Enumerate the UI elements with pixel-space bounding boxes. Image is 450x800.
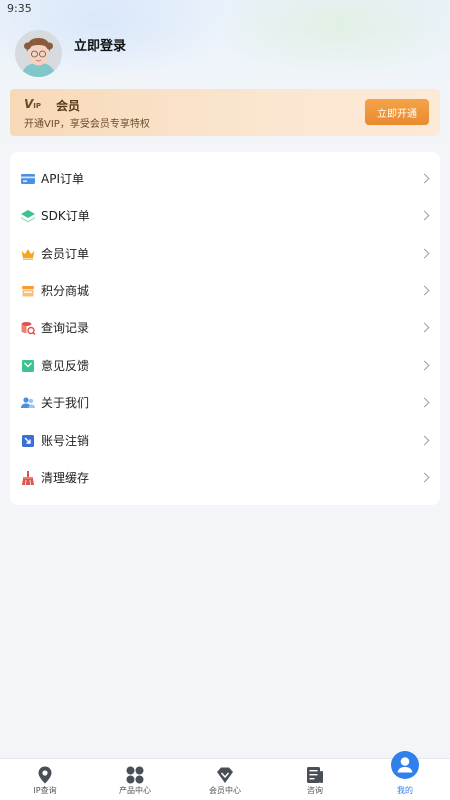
menu-item-api-orders[interactable]: API订单: [10, 160, 440, 197]
tab-mine[interactable]: 我的: [360, 751, 450, 800]
menu-item-points-store[interactable]: 积分商城: [10, 272, 440, 309]
chevron-right-icon: [419, 210, 430, 221]
crown-icon: [21, 248, 35, 260]
logout-icon: [22, 434, 34, 447]
menu-list: API订单 SDK订单 会员订单 积分商城 查询记录 意见反馈 关于我们 账号注…: [10, 152, 440, 505]
grid-icon: [126, 766, 144, 784]
chevron-right-icon: [419, 285, 430, 296]
menu-item-label: 账号注销: [41, 434, 90, 448]
chevron-right-icon: [419, 435, 430, 446]
diamond-icon: [217, 767, 233, 783]
menu-item-label: 积分商城: [41, 284, 90, 298]
menu-item-label: 查询记录: [41, 321, 90, 335]
chevron-right-icon: [419, 397, 430, 408]
tab-product-center[interactable]: 产品中心: [90, 759, 180, 800]
menu-item-label: API订单: [41, 172, 84, 186]
vip-logo: VIP: [24, 97, 41, 111]
vip-title: 会员: [56, 99, 81, 113]
menu-item-feedback[interactable]: 意见反馈: [10, 347, 440, 384]
menu-item-about-us[interactable]: 关于我们: [10, 384, 440, 421]
tab-vip-center[interactable]: 会员中心: [180, 759, 270, 800]
tab-label: 产品中心: [119, 786, 151, 795]
vip-banner[interactable]: VIP 会员 开通VIP，享受会员专享特权 立即开通: [10, 89, 440, 136]
menu-item-sdk-orders[interactable]: SDK订单: [10, 197, 440, 234]
status-bar-time: 9:35: [7, 2, 32, 15]
user-icon: [391, 751, 419, 779]
vip-open-button[interactable]: 立即开通: [365, 99, 429, 125]
chevron-right-icon: [419, 173, 430, 184]
avatar-image-icon: [15, 30, 62, 77]
vip-subtitle: 开通VIP，享受会员专享特权: [24, 119, 150, 130]
tab-label: IP查询: [33, 786, 57, 795]
news-icon: [307, 767, 323, 783]
menu-item-label: 会员订单: [41, 247, 90, 261]
menu-item-label: 意见反馈: [41, 359, 90, 373]
avatar[interactable]: [15, 30, 62, 77]
layers-icon: [21, 209, 35, 222]
users-icon: [21, 396, 35, 408]
feedback-icon: [22, 359, 34, 372]
menu-item-label: SDK订单: [41, 209, 90, 223]
chevron-right-icon: [419, 248, 430, 259]
menu-item-vip-orders[interactable]: 会员订单: [10, 235, 440, 272]
menu-item-delete-account[interactable]: 账号注销: [10, 422, 440, 459]
menu-item-label: 清理缓存: [41, 471, 90, 485]
vip-logo-small: IP: [33, 102, 42, 110]
login-link[interactable]: 立即登录: [74, 35, 126, 54]
broom-icon: [22, 470, 34, 485]
chevron-right-icon: [419, 322, 430, 333]
vip-logo-big: V: [24, 97, 34, 111]
chevron-right-icon: [419, 360, 430, 371]
menu-item-query-history[interactable]: 查询记录: [10, 309, 440, 346]
tab-label: 会员中心: [209, 786, 241, 795]
search-record-icon: [21, 321, 36, 335]
location-pin-icon: [38, 766, 52, 784]
menu-item-clear-cache[interactable]: 清理缓存: [10, 459, 440, 496]
card-icon: [21, 173, 35, 184]
tab-news[interactable]: 咨询: [270, 759, 360, 800]
tab-label: 咨询: [307, 786, 323, 795]
menu-item-label: 关于我们: [41, 396, 90, 410]
tab-ip-query[interactable]: IP查询: [0, 759, 90, 800]
bottom-tab-bar: IP查询 产品中心 会员中心 咨询 我的: [0, 751, 450, 800]
chevron-right-icon: [419, 472, 430, 483]
store-icon: [22, 285, 34, 296]
tab-label: 我的: [397, 786, 413, 795]
